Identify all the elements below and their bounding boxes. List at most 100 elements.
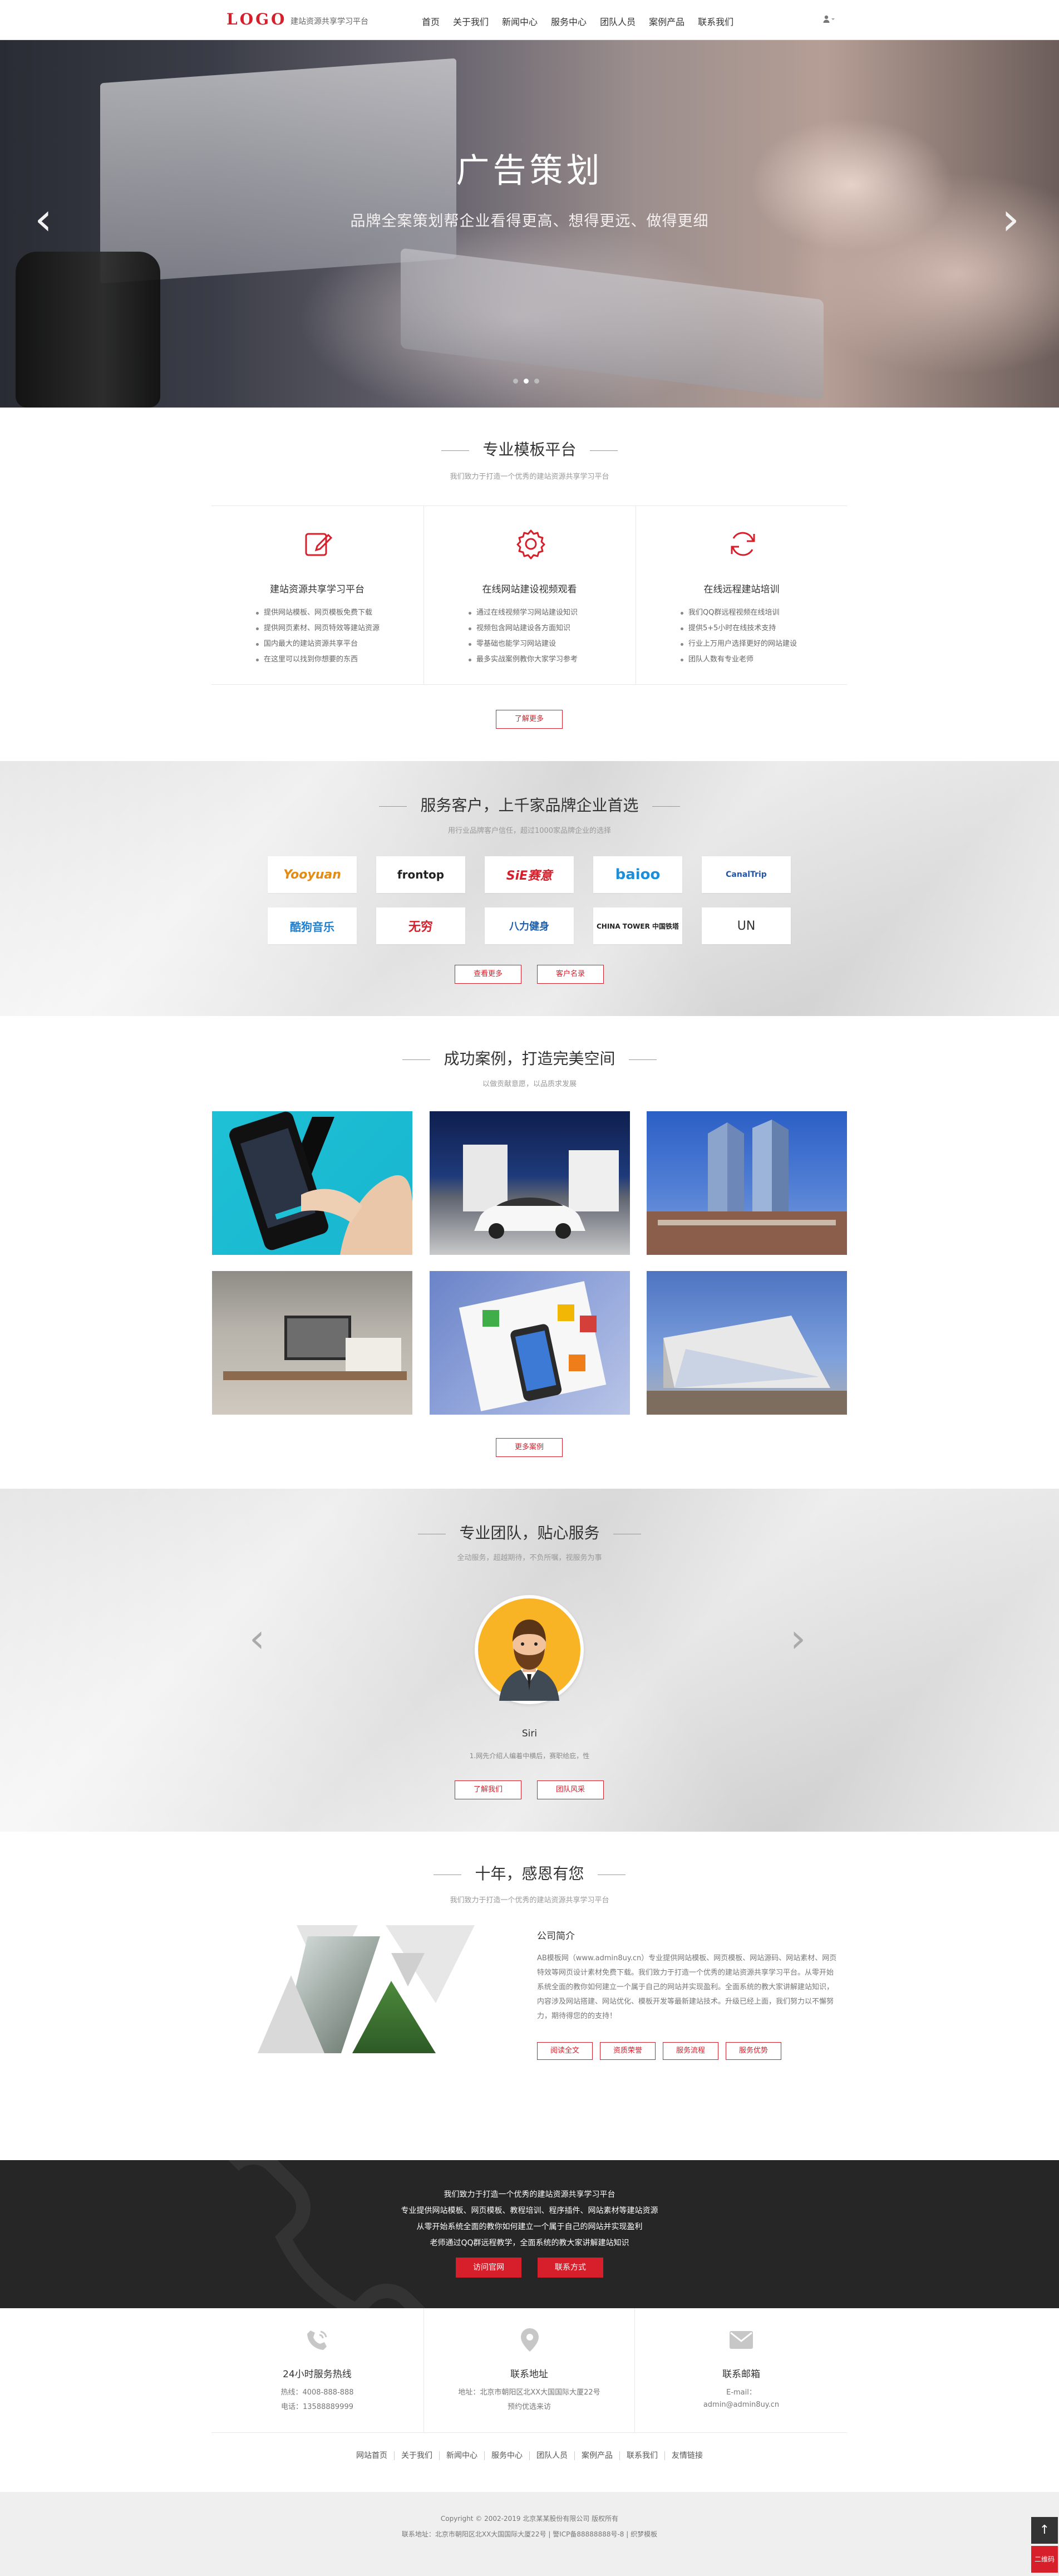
hero-title: 广告策划	[456, 151, 603, 190]
case-image-apps[interactable]	[430, 1271, 630, 1415]
contact-title: 24小时服务热线	[283, 2369, 352, 2380]
case-image-phone[interactable]	[212, 1111, 412, 1255]
hero-dot[interactable]	[513, 379, 518, 384]
footer-link[interactable]: 友情链接	[665, 2451, 710, 2460]
refresh-icon	[725, 526, 761, 562]
footer-link[interactable]: 团队人员	[530, 2451, 575, 2460]
cta-line: 专业提供网站模板、网页模板、教程培训、程序插件、网站素材等建站资源	[401, 2206, 658, 2215]
clients-section-title: 服务客户，上千家品牌企业首选	[0, 793, 1059, 816]
platform-features: 建站资源共享学习平台 提供网站模板、网页模板免费下载 提供网页素材、网页特效等建…	[211, 506, 847, 685]
nav-item-home[interactable]: 首页	[422, 14, 440, 27]
hero-dot[interactable]	[534, 379, 539, 384]
footer-link[interactable]: 服务中心	[485, 2451, 530, 2460]
platform-section-title: 专业模板平台	[0, 438, 1059, 460]
main-nav: 首页 关于我们 新闻中心 服务中心 团队人员 案例产品 联系我们	[422, 14, 747, 27]
nav-item-news[interactable]: 新闻中心	[502, 14, 538, 27]
visit-site-button[interactable]: 访问官网	[456, 2258, 521, 2278]
footer-link[interactable]: 新闻中心	[440, 2451, 485, 2460]
logo-subtitle: 建站资源共享学习平台	[290, 17, 368, 26]
clients-more-button[interactable]: 查看更多	[455, 965, 521, 984]
read-more-button[interactable]: 阅读全文	[537, 2042, 593, 2060]
team-section-subtitle: 全动服务，超越期待，不负所嘱，视服务为事	[457, 1554, 602, 1562]
list-item: 我们QQ群远程视频在线培训	[681, 605, 797, 621]
footer-link[interactable]: 案例产品	[575, 2451, 620, 2460]
user-icon[interactable]	[822, 14, 835, 26]
list-item: 在这里可以找到你想要的东西	[256, 652, 380, 668]
contact-info-button[interactable]: 联系方式	[538, 2258, 603, 2278]
list-item: 提供网站模板、网页模板免费下载	[256, 605, 380, 621]
edit-icon	[301, 526, 336, 562]
hero-dot-active[interactable]	[524, 379, 529, 384]
feature-list: 提供网站模板、网页模板免费下载 提供网页素材、网页特效等建站资源 国内最大的建站…	[256, 605, 380, 668]
advantage-button[interactable]: 服务优势	[726, 2042, 781, 2060]
list-item: 提供网页素材、网页特效等建站资源	[256, 621, 380, 636]
footer-address: 联系地址：北京市朝阳区北XX大国国际大厦22号 | 警ICP备88888888号…	[401, 2530, 658, 2538]
contact-card-email: 联系邮箱 E-mail： admin@admin8uy.cn	[636, 2308, 847, 2433]
platform-more-button[interactable]: 了解更多	[496, 710, 563, 729]
about-section-title: 十年，感恩有您	[0, 1862, 1059, 1884]
footer-link[interactable]: 联系我们	[620, 2451, 665, 2460]
clients-list-button[interactable]: 客户名录	[537, 965, 604, 984]
case-image-office[interactable]	[212, 1271, 412, 1415]
team-member-name: Siri	[521, 1728, 538, 1739]
contact-card-address: 联系地址 地址：北京市朝阳区北XX大国国际大厦22号 预约优选来访	[423, 2308, 635, 2433]
about-heading: 公司简介	[537, 1931, 575, 1942]
cases-section-subtitle: 以做贡献意愿，以品质求发展	[482, 1080, 577, 1088]
nav-item-contact[interactable]: 联系我们	[698, 14, 733, 27]
list-item: 零基础也能学习网站建设	[469, 636, 578, 652]
team-section-title: 专业团队，贴心服务	[0, 1521, 1059, 1543]
brand-logo-chinatower: CHINA TOWER 中国铁塔	[593, 907, 682, 944]
process-button[interactable]: 服务流程	[663, 2042, 718, 2060]
hero-prev-arrow[interactable]: ‹	[35, 197, 52, 242]
contact-line: E-mail：	[726, 2388, 756, 2397]
back-to-top-button[interactable]: ↑	[1031, 2517, 1058, 2544]
qr-code-button[interactable]: 二维码	[1031, 2546, 1058, 2573]
list-item: 最多实战案例教你大家学习参考	[469, 652, 578, 668]
brand-logo-yooyuan: Yooyuan	[268, 856, 357, 893]
brand-logo-bali: 八力健身	[485, 907, 574, 944]
contact-title: 联系地址	[510, 2369, 548, 2380]
list-item: 视频包含网站建设各方面知识	[469, 621, 578, 636]
team-prev-arrow[interactable]: ‹	[249, 1619, 265, 1658]
phone-icon	[306, 2328, 328, 2355]
team-style-button[interactable]: 团队风采	[537, 1780, 604, 1799]
copyright: Copyright © 2002-2019 北京某某股份有限公司 版权所有	[440, 2515, 619, 2523]
feature-title: 建站资源共享学习平台	[270, 584, 365, 595]
footer-link[interactable]: 网站首页	[349, 2451, 395, 2460]
cases-more-button[interactable]: 更多案例	[496, 1438, 563, 1457]
feature-card: 建站资源共享学习平台 提供网站模板、网页模板免费下载 提供网页素材、网页特效等建…	[211, 506, 423, 684]
cta-line: 我们致力于打造一个优秀的建站资源共享学习平台	[444, 2190, 615, 2199]
feature-title: 在线网站建设视频观看	[482, 584, 577, 595]
contact-line: 地址：北京市朝阳区北XX大国国际大厦22号	[458, 2388, 600, 2397]
honor-button[interactable]: 资质荣誉	[600, 2042, 656, 2060]
contact-title: 联系邮箱	[722, 2369, 760, 2380]
case-image-towers[interactable]	[647, 1111, 847, 1255]
feature-card: 在线远程建站培训 我们QQ群远程视频在线培训 提供5+5小时在线技术支持 行业上…	[636, 506, 847, 684]
team-about-button[interactable]: 了解我们	[455, 1780, 521, 1799]
about-paragraph: AB模板网（www.admin8uy.cn）专业提供网站模板、网页模板、网站源码…	[537, 1954, 837, 2020]
list-item: 提供5+5小时在线技术支持	[681, 621, 797, 636]
contact-line: 电话：13588889999	[281, 2403, 353, 2411]
hero-keyboard	[401, 248, 824, 400]
nav-item-cases[interactable]: 案例产品	[649, 14, 684, 27]
footer-link[interactable]: 关于我们	[395, 2451, 440, 2460]
list-item: 国内最大的建站资源共享平台	[256, 636, 380, 652]
team-next-arrow[interactable]: ›	[790, 1619, 806, 1658]
list-item: 行业上万用户选择更好的网站建设	[681, 636, 797, 652]
cta-line: 从零开始系统全面的教你如何建立一个属于自己的网站并实现盈利	[416, 2222, 643, 2231]
nav-item-about[interactable]: 关于我们	[453, 14, 489, 27]
case-image-building[interactable]	[647, 1271, 847, 1415]
list-item: 通过在线视频学习网站建设知识	[469, 605, 578, 621]
logo[interactable]: LOGO	[226, 10, 287, 28]
nav-item-team[interactable]: 团队人员	[600, 14, 636, 27]
clients-section-subtitle: 用行业品牌客户信任，超过1000家品牌企业的选择	[447, 827, 612, 835]
hero-next-arrow[interactable]: ›	[1002, 197, 1019, 242]
gear-icon	[513, 526, 549, 562]
case-image-car[interactable]	[430, 1111, 630, 1255]
feature-list: 通过在线视频学习网站建设知识 视频包含网站建设各方面知识 零基础也能学习网站建设…	[469, 605, 578, 668]
brand-logo-frontop: frontop	[376, 856, 465, 893]
hero-subtitle: 品牌全案策划帮企业看得更高、想得更远、做得更细	[350, 213, 709, 230]
feature-list: 我们QQ群远程视频在线培训 提供5+5小时在线技术支持 行业上万用户选择更好的网…	[681, 605, 797, 668]
contact-line: admin@admin8uy.cn	[703, 2401, 780, 2409]
nav-item-service[interactable]: 服务中心	[551, 14, 587, 27]
